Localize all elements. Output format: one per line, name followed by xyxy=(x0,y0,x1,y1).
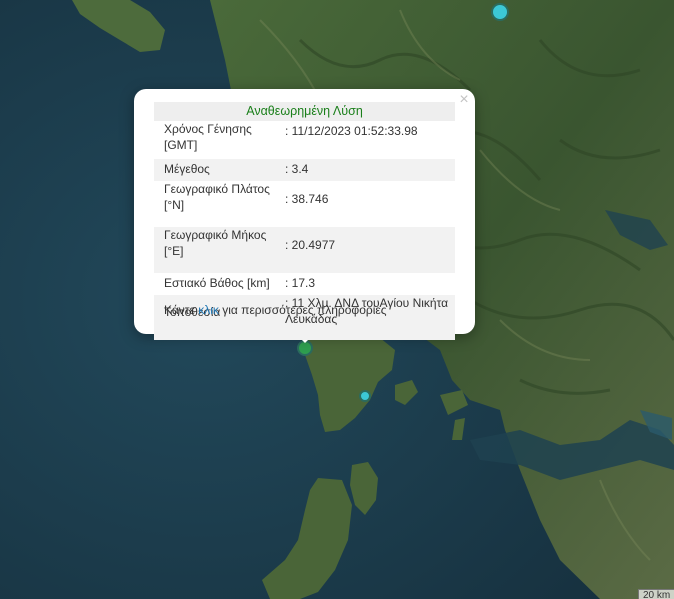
map-scale: 20 km xyxy=(638,589,674,599)
more-info-prefix: Κάντε xyxy=(164,303,199,317)
origin-time-value: : 11/12/2023 01:52:33.98 xyxy=(285,124,418,138)
earthquake-marker-north[interactable] xyxy=(491,3,509,21)
popup-title: Αναθεωρημένη Λύση xyxy=(154,102,455,121)
longitude-value: : 20.4977 xyxy=(275,227,455,273)
origin-time-label: Χρόνος Γένησης [GMT] xyxy=(164,122,252,152)
magnitude-value: : 3.4 xyxy=(275,159,455,181)
latitude-label: Γεωγραφικό Πλάτος [°N] xyxy=(164,182,270,212)
location-value: : 11 Χλμ. ΔΝΔ τουΑγίου Νικήτα Λευκάδας xyxy=(275,295,455,340)
more-info-suffix: για περισσότερες πληροφορίες xyxy=(218,303,387,317)
magnitude-label: Μέγεθος xyxy=(154,159,275,181)
depth-label: Εστιακό Βάθος [km] xyxy=(164,276,270,290)
latitude-value: : 38.746 xyxy=(285,192,329,206)
location-label: Τοποθεσία xyxy=(154,295,275,340)
more-info-link[interactable]: κλικ xyxy=(198,303,219,317)
close-icon[interactable]: × xyxy=(457,92,471,108)
more-info-text: Κάντε κλικ για περισσότερες πληροφορίες xyxy=(164,303,387,317)
longitude-label: Γεωγραφικό Μήκος [°E] xyxy=(154,227,275,273)
earthquake-marker-lefkada[interactable] xyxy=(359,390,371,402)
depth-value: : 17.3 xyxy=(285,276,316,290)
